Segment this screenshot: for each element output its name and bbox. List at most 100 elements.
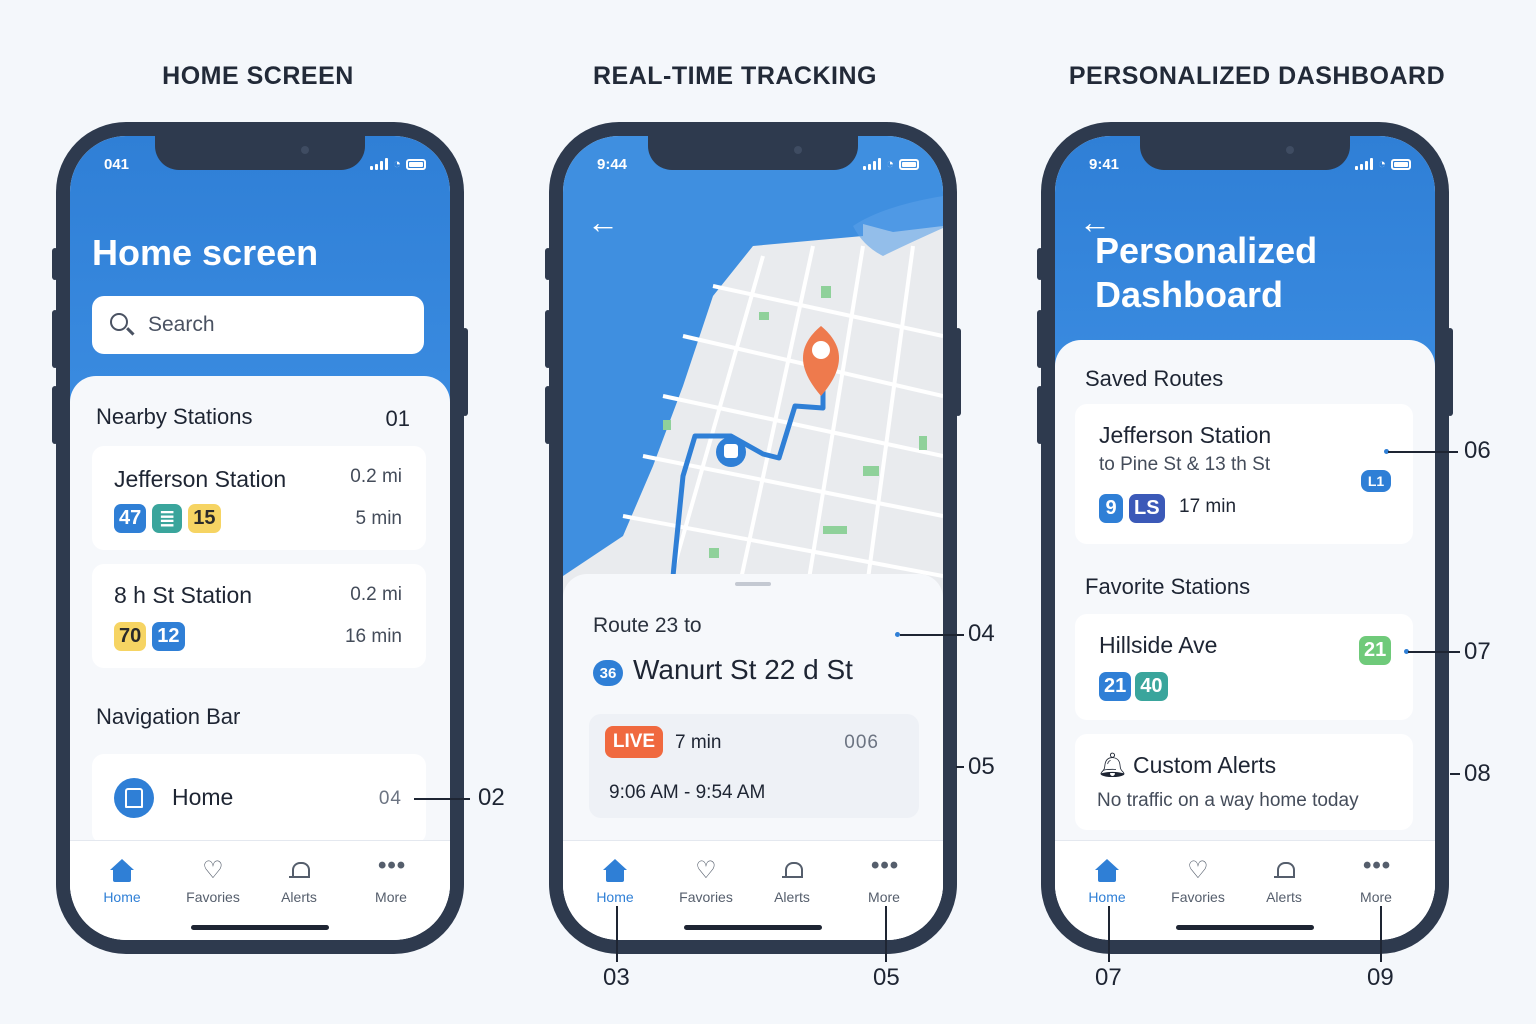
saved-route-name: Jefferson Station xyxy=(1099,422,1272,448)
dashboard-screen: 9:41 ◔ ← Personalized Dashboard Saved Ro… xyxy=(1055,136,1435,940)
search-input[interactable]: Search xyxy=(92,296,424,354)
station-card[interactable]: 8 h St Station 0.2 mi 70 12 16 min xyxy=(92,564,426,668)
signal-icon xyxy=(1355,158,1374,170)
tab-favorites[interactable]: ♡ Favories xyxy=(1158,859,1238,906)
custom-alerts-title: Custom Alerts xyxy=(1133,752,1277,778)
heart-icon: ♡ xyxy=(695,857,717,884)
station-eta: 16 min xyxy=(344,626,402,647)
tab-alerts[interactable]: Alerts xyxy=(259,859,339,905)
home-icon-glyph xyxy=(125,788,143,808)
heading-personalized-dashboard: PERSONALIZED DASHBOARD xyxy=(1068,62,1446,90)
back-arrow-icon[interactable]: ← xyxy=(587,206,619,238)
wifi-icon: ◔ xyxy=(393,156,401,171)
tab-home[interactable]: Home xyxy=(1067,859,1147,905)
saved-route-eta: 17 min xyxy=(1179,496,1237,517)
favorite-station-name: Hillside Ave xyxy=(1099,632,1218,658)
callout-07: 07 xyxy=(1464,638,1491,665)
drag-handle[interactable] xyxy=(735,582,771,586)
bell-icon xyxy=(779,859,805,883)
line-badge: 15 xyxy=(188,504,221,533)
custom-alerts-text: No traffic on a way home today xyxy=(1097,790,1359,811)
tab-more[interactable]: ••• More xyxy=(351,854,431,906)
battery-icon xyxy=(406,159,426,170)
station-card[interactable]: Jefferson Station 0.2 mi 47 ≣ 15 5 min xyxy=(92,446,426,550)
route-destination: Wanurt St 22 d St xyxy=(633,654,853,685)
saved-routes-title: Saved Routes xyxy=(1085,366,1224,391)
heading-home-screen: HOME SCREEN xyxy=(162,62,354,90)
page-title-line2: Dashboard xyxy=(1095,274,1284,315)
home-indicator xyxy=(191,925,329,930)
live-arrival-card[interactable]: LIVE 7 min 006 9:06 AM - 9:54 AM xyxy=(589,714,919,818)
callout-07-bottom: 07 xyxy=(1095,964,1122,991)
saved-route-destination: to Pine St & 13 th St xyxy=(1099,454,1271,475)
tab-bar: Home ♡ Favories Alerts ••• More xyxy=(1055,840,1435,940)
tab-label: Home xyxy=(1088,889,1126,905)
callout-05: 05 xyxy=(968,753,995,780)
heading-real-time-tracking: REAL-TIME TRACKING xyxy=(593,62,877,90)
custom-alerts-card[interactable]: 🔔︎ Custom Alerts No traffic on a way hom… xyxy=(1075,734,1413,830)
phone-home: 041 ◔ Home screen Search Nearby Stations… xyxy=(52,122,468,954)
heart-icon: ♡ xyxy=(202,857,224,884)
saved-route-card[interactable]: Jefferson Station to Pine St & 13 th St … xyxy=(1075,404,1413,544)
search-icon xyxy=(110,313,128,331)
route-prefix: Route 23 to xyxy=(593,614,702,637)
bus-badge: ≣ xyxy=(152,504,183,533)
navigation-bar-title: Navigation Bar xyxy=(96,704,241,729)
station-name: 8 h St Station xyxy=(114,582,253,608)
home-icon xyxy=(602,859,628,883)
page-title-line1: Personalized xyxy=(1095,230,1318,271)
battery-icon xyxy=(1391,159,1411,170)
status-time: 9:41 xyxy=(1089,156,1120,173)
tab-label: Favories xyxy=(186,889,240,905)
tab-more[interactable]: ••• More xyxy=(1336,852,1416,906)
tab-favorites[interactable]: ♡ Favories xyxy=(173,857,253,906)
tab-home[interactable]: Home xyxy=(575,859,655,905)
bell-icon: 🔔︎ xyxy=(1097,752,1128,779)
live-eta: 7 min xyxy=(675,732,722,753)
nearby-stations-number: 01 xyxy=(385,406,410,431)
page-title: Home screen xyxy=(92,232,319,273)
tab-label: Alerts xyxy=(1266,889,1302,905)
signal-icon xyxy=(863,158,882,170)
callout-03: 03 xyxy=(603,964,630,991)
home-icon xyxy=(109,859,135,883)
tab-home[interactable]: Home xyxy=(82,859,162,905)
tab-alerts[interactable]: Alerts xyxy=(1244,859,1324,905)
tab-label: Favories xyxy=(1171,889,1225,905)
tab-bar: Home ♡ Favories Alerts ••• More xyxy=(70,840,450,940)
nav-item-label: Home xyxy=(172,784,234,810)
search-placeholder: Search xyxy=(148,313,215,336)
tab-more[interactable]: ••• More xyxy=(844,854,924,906)
station-distance: 0.2 mi xyxy=(350,466,402,487)
route-map[interactable] xyxy=(563,136,943,616)
status-time: 9:44 xyxy=(597,156,628,173)
station-distance: 0.2 mi xyxy=(350,584,402,605)
phone-tracking: 9:44 ◔ ← Route 23 to 36 Wanurt St 22 d S… xyxy=(545,122,961,954)
line-badge: 12 xyxy=(152,622,185,651)
favorite-stations-title: Favorite Stations xyxy=(1085,574,1251,599)
nav-item-number: 04 xyxy=(378,788,402,809)
favorite-station-card[interactable]: Hillside Ave 21 21 40 xyxy=(1075,614,1413,720)
line-badge: LS xyxy=(1129,494,1165,523)
home-indicator xyxy=(684,925,822,930)
line-badge: 40 xyxy=(1135,672,1168,701)
tab-label: More xyxy=(1360,889,1392,905)
callout-05-bottom: 05 xyxy=(873,964,900,991)
station-name: Jefferson Station xyxy=(114,466,287,492)
tab-label: Home xyxy=(596,889,634,905)
bell-icon xyxy=(1271,859,1297,883)
tab-label: Alerts xyxy=(281,889,317,905)
more-dots-icon: ••• xyxy=(1363,852,1392,879)
bell-icon xyxy=(286,859,312,883)
tab-label: Favories xyxy=(679,889,733,905)
nav-item-home[interactable]: Home 04 xyxy=(92,754,426,844)
vehicle-number: 006 xyxy=(844,732,879,753)
tab-label: More xyxy=(868,889,900,905)
callout-04: 04 xyxy=(968,620,995,647)
home-screen: 041 ◔ Home screen Search Nearby Stations… xyxy=(70,136,450,940)
home-icon xyxy=(1094,859,1120,883)
tab-alerts[interactable]: Alerts xyxy=(752,859,832,905)
tab-favorites[interactable]: ♡ Favories xyxy=(666,857,746,906)
live-badge: LIVE xyxy=(605,726,663,758)
line-badge: 21 xyxy=(1099,672,1132,701)
